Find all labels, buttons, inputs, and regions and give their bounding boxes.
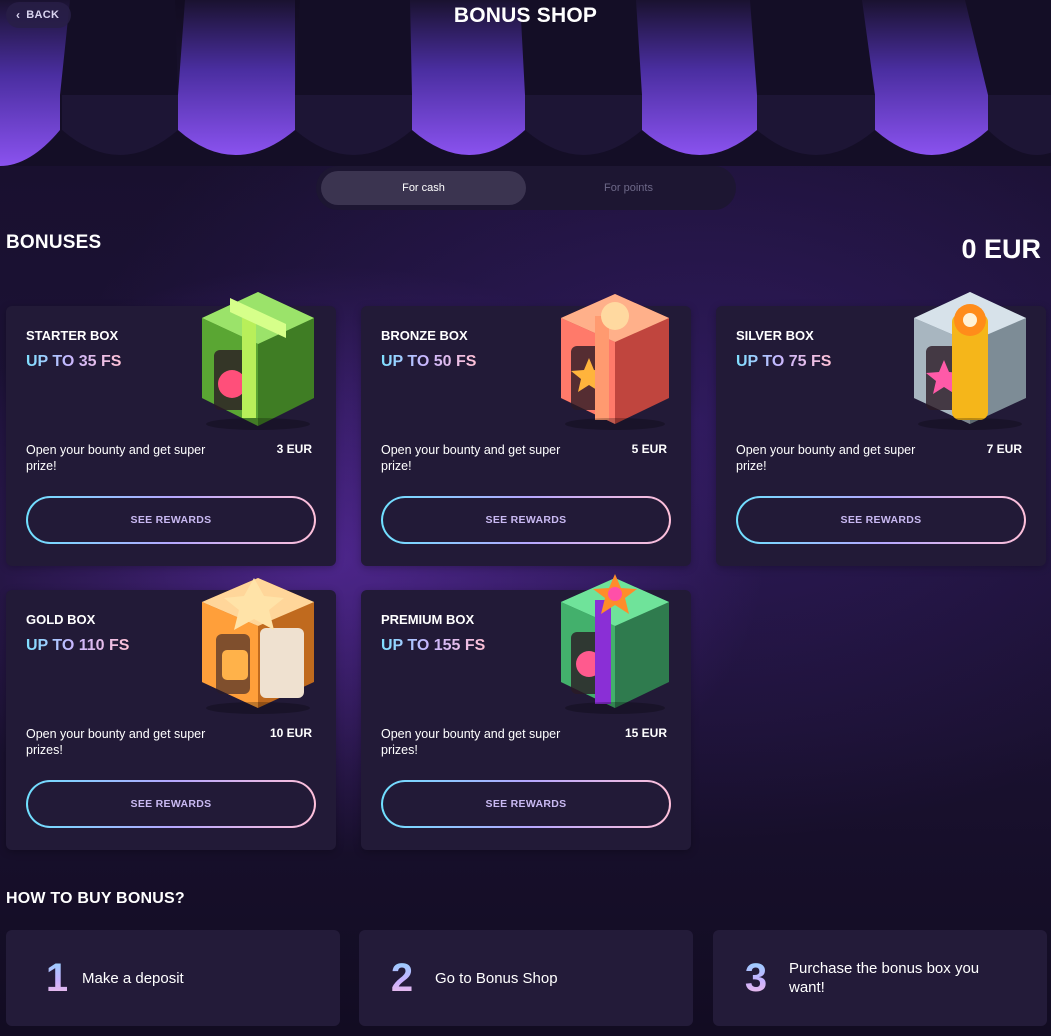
card-name: STARTER BOX: [26, 328, 119, 343]
bonuses-heading: BONUSES: [6, 232, 102, 253]
tab-for-points[interactable]: For points: [526, 171, 731, 205]
card-name: SILVER BOX: [736, 328, 814, 343]
step-text: Go to Bonus Shop: [435, 969, 558, 987]
gift-box-icon: [551, 288, 679, 440]
card-name: PREMIUM BOX: [381, 612, 475, 627]
step-text: Purchase the bonus box you want!: [789, 960, 980, 996]
step-text: Make a deposit: [82, 969, 184, 987]
see-rewards-button[interactable]: SEE REWARDS: [381, 780, 671, 828]
card-free-spins: UP TO 75 FS: [736, 353, 832, 370]
bonus-card-starter: STARTER BOX UP TO 35 FS Open your bounty…: [6, 292, 336, 566]
bonus-card-bronze: BRONZE BOX UP TO 50 FS Open your bounty …: [361, 294, 691, 566]
bonus-card-gold: GOLD BOX UP TO 110 FS Open your bounty a…: [6, 578, 336, 850]
step-card-1: 1 Make a deposit: [6, 930, 340, 1026]
step-card-3: 3 Purchase the bonus box you want!: [713, 930, 1047, 1026]
tab-for-cash[interactable]: For cash: [321, 171, 526, 205]
bonus-card-silver: SILVER BOX UP TO 75 FS Open your bounty …: [716, 292, 1046, 566]
see-rewards-button[interactable]: SEE REWARDS: [736, 496, 1026, 544]
card-name: GOLD BOX: [26, 612, 96, 627]
card-price: 3 EUR: [276, 442, 312, 456]
balance-value: 0 EUR: [961, 234, 1041, 264]
card-description: Open your bounty and get super prizes!: [26, 727, 206, 757]
step-number: 2: [379, 956, 425, 1001]
card-price: 7 EUR: [986, 442, 1022, 456]
card-free-spins: UP TO 50 FS: [381, 353, 477, 370]
gift-box-icon: [194, 572, 322, 724]
see-rewards-button[interactable]: SEE REWARDS: [381, 496, 671, 544]
step-number: 3: [733, 956, 779, 1001]
see-rewards-button[interactable]: SEE REWARDS: [26, 496, 316, 544]
see-rewards-button[interactable]: SEE REWARDS: [26, 780, 316, 828]
gift-box-icon: [551, 572, 679, 724]
card-price: 10 EUR: [269, 726, 312, 740]
bonus-card-premium: PREMIUM BOX UP TO 155 FS Open your bount…: [361, 574, 691, 850]
card-free-spins: UP TO 110 FS: [26, 637, 130, 654]
gift-box-icon: [194, 288, 322, 440]
card-description: Open your bounty and get super prize!: [381, 443, 561, 473]
card-name: BRONZE BOX: [381, 328, 468, 343]
card-description: Open your bounty and get super prizes!: [381, 727, 561, 757]
step-number: 1: [34, 956, 80, 1001]
step-card-2: 2 Go to Bonus Shop: [359, 930, 693, 1026]
card-description: Open your bounty and get super prize!: [26, 443, 206, 473]
currency-toggle: For cash For points: [316, 166, 736, 210]
card-price: 5 EUR: [631, 442, 667, 456]
card-price: 15 EUR: [624, 726, 667, 740]
card-free-spins: UP TO 155 FS: [381, 637, 486, 654]
card-description: Open your bounty and get super prize!: [736, 443, 916, 473]
card-free-spins: UP TO 35 FS: [26, 353, 122, 370]
page-title: BONUS SHOP: [453, 4, 598, 27]
how-to-heading: HOW TO BUY BONUS?: [6, 890, 185, 907]
gift-box-icon: [906, 288, 1034, 440]
